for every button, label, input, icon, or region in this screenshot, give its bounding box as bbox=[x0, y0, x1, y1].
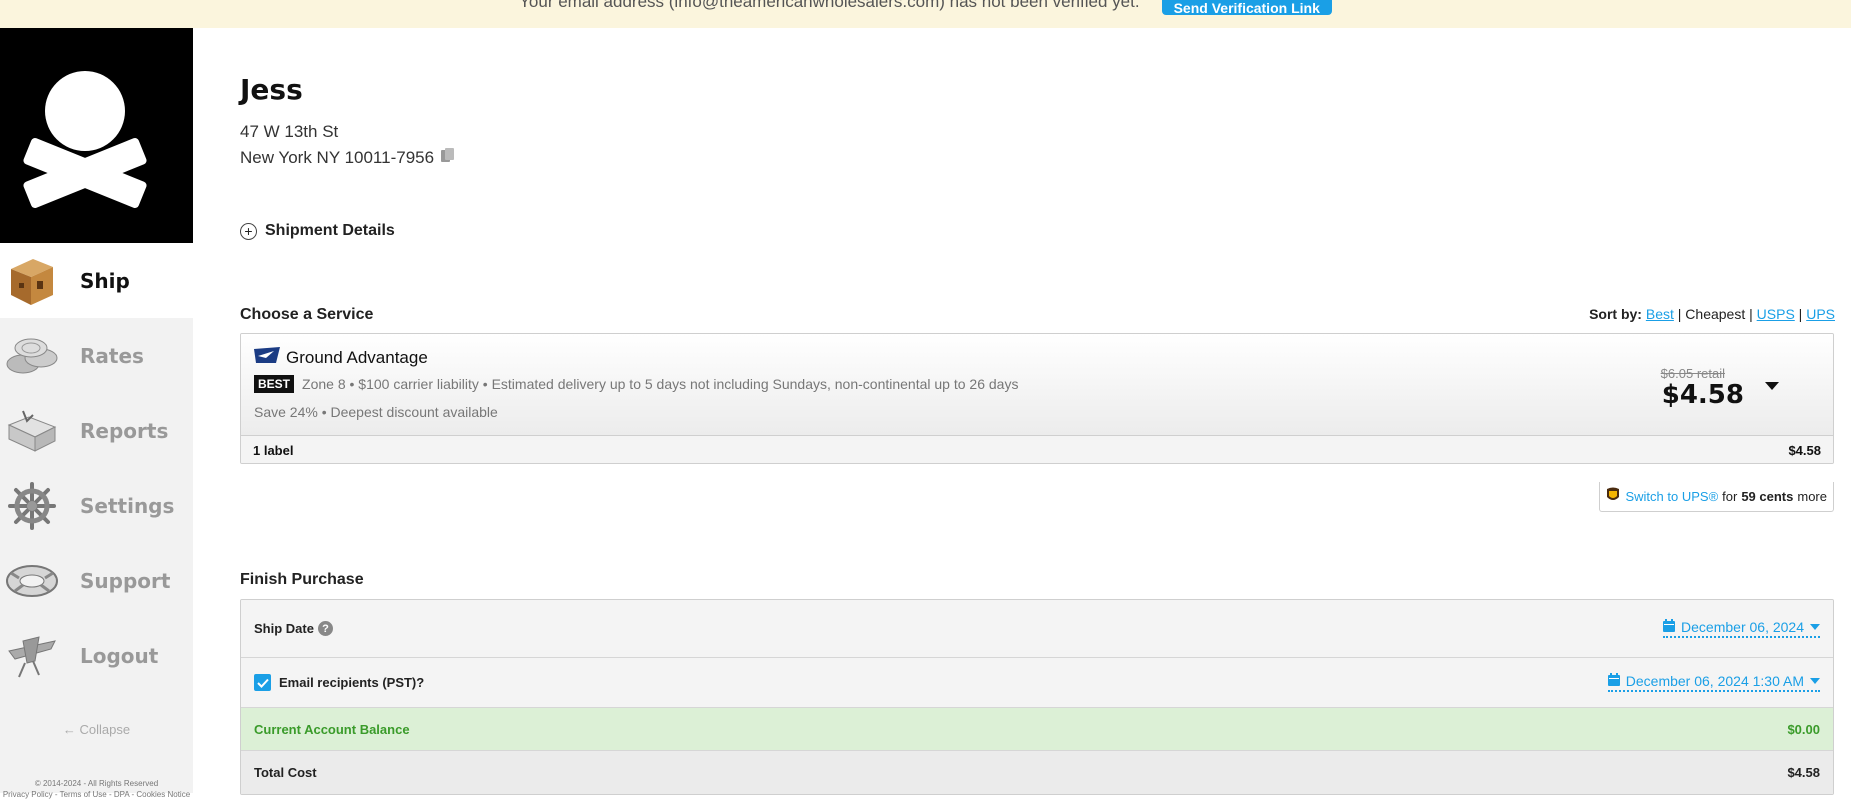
sidebar-item-label: Settings bbox=[80, 493, 175, 518]
finish-purchase-panel: Ship Date ? December 06, 2024 Email reci… bbox=[240, 599, 1834, 795]
switch-ups-offer: Switch to UPS® for 59 cents more bbox=[1599, 482, 1834, 512]
service-savings: Save 24% • Deepest discount available bbox=[254, 404, 498, 420]
total-cost-label: Total Cost bbox=[254, 765, 317, 780]
email-date-value: December 06, 2024 1:30 AM bbox=[1625, 673, 1804, 689]
sidebar-item-ship[interactable]: Ship bbox=[0, 243, 193, 318]
shipment-details-label: Shipment Details bbox=[265, 222, 395, 239]
sidebar-item-label: Ship bbox=[80, 268, 130, 293]
recipient-name: Jess bbox=[240, 73, 303, 106]
service-summary: Ground Advantage BEST Zone 8 • $100 carr… bbox=[241, 334, 1833, 435]
label-total: $4.58 bbox=[1788, 442, 1821, 458]
usps-eagle-icon bbox=[254, 347, 280, 368]
email-recipients-checkbox[interactable] bbox=[254, 674, 271, 691]
sort-by-label: Sort by: bbox=[1589, 306, 1642, 322]
box-icon bbox=[2, 251, 62, 311]
switch-ups-for: for bbox=[1722, 489, 1738, 504]
sidebar-item-reports[interactable]: Reports bbox=[0, 393, 193, 468]
email-recipients-row: Email recipients (PST)? December 06, 202… bbox=[241, 658, 1833, 708]
arrow-left-icon: ← bbox=[62, 722, 76, 737]
skull-crossbones-icon bbox=[23, 71, 147, 208]
sidebar-item-label: Reports bbox=[80, 418, 169, 443]
copyright-footer: © 2014-2024 - All Rights Reserved Privac… bbox=[0, 778, 193, 800]
sidebar-item-logout[interactable]: Logout bbox=[0, 618, 193, 693]
choose-service-title: Choose a Service bbox=[240, 306, 374, 323]
help-icon[interactable]: ? bbox=[317, 621, 333, 636]
copy-icon[interactable] bbox=[440, 147, 455, 168]
retail-price: $6.05 retail bbox=[1660, 366, 1725, 381]
sort-cheapest[interactable]: Cheapest bbox=[1685, 306, 1745, 322]
calendar-icon bbox=[1607, 673, 1620, 689]
address-line2-row: New York NY 10011-7956 bbox=[240, 147, 455, 168]
label-summary-row: 1 label $4.58 bbox=[241, 435, 1833, 463]
sort-by: Sort by: Best | Cheapest | USPS | UPS bbox=[1589, 306, 1835, 322]
plane-icon bbox=[2, 626, 62, 686]
caret-down-icon[interactable] bbox=[1765, 382, 1779, 390]
email-recipients-label: Email recipients (PST)? bbox=[279, 675, 425, 690]
calendar-icon bbox=[1663, 619, 1676, 635]
ship-date-picker[interactable]: December 06, 2024 bbox=[1663, 619, 1820, 638]
sidebar-item-settings[interactable]: Settings bbox=[0, 468, 193, 543]
ship-date-row: Ship Date ? December 06, 2024 bbox=[241, 600, 1833, 658]
sidebar-item-support[interactable]: Support bbox=[0, 543, 193, 618]
sidebar: Ship Rates Reports Settings Support Logo… bbox=[0, 28, 193, 799]
send-verification-button[interactable]: Send Verification Link bbox=[1161, 0, 1332, 15]
verification-banner: Your email address (info@theamericanwhol… bbox=[0, 0, 1851, 28]
collapse-button[interactable]: ← Collapse bbox=[0, 722, 193, 737]
switch-ups-amount: 59 cents bbox=[1741, 489, 1794, 504]
sidebar-item-label: Logout bbox=[80, 643, 159, 668]
ship-date-value: December 06, 2024 bbox=[1681, 619, 1804, 635]
sidebar-item-rates[interactable]: Rates bbox=[0, 318, 193, 393]
service-price: $4.58 bbox=[1661, 380, 1744, 410]
switch-ups-suffix: more bbox=[1797, 489, 1827, 504]
collapse-label: Collapse bbox=[79, 722, 131, 737]
email-date-picker[interactable]: December 06, 2024 1:30 AM bbox=[1607, 673, 1820, 692]
ship-wheel-icon bbox=[2, 476, 62, 536]
pirate-logo[interactable] bbox=[0, 28, 193, 243]
map-icon bbox=[2, 401, 62, 461]
switch-to-ups-link[interactable]: Switch to UPS® bbox=[1625, 489, 1718, 504]
balance-label: Current Account Balance bbox=[254, 721, 410, 737]
service-description: Zone 8 • $100 carrier liability • Estima… bbox=[302, 376, 1019, 392]
banner-message: Your email address (info@theamericanwhol… bbox=[519, 0, 1140, 11]
finish-purchase-title: Finish Purchase bbox=[240, 571, 364, 588]
footer-links[interactable]: Privacy Policy - Terms of Use - DPA - Co… bbox=[0, 789, 193, 800]
ups-shield-icon bbox=[1606, 487, 1620, 506]
address-line1: 47 W 13th St bbox=[240, 122, 339, 141]
caret-down-icon bbox=[1810, 678, 1820, 684]
best-badge: BEST bbox=[254, 375, 295, 393]
balance-value: $0.00 bbox=[1787, 721, 1820, 737]
shipment-details-toggle[interactable]: + Shipment Details bbox=[240, 222, 395, 240]
account-balance-row: Current Account Balance $0.00 bbox=[241, 708, 1833, 751]
service-option[interactable]: Ground Advantage BEST Zone 8 • $100 carr… bbox=[240, 333, 1834, 464]
sort-ups-link[interactable]: UPS bbox=[1806, 306, 1835, 322]
sidebar-item-label: Rates bbox=[80, 343, 144, 368]
service-name-row: Ground Advantage bbox=[254, 347, 428, 368]
ship-date-label: Ship Date bbox=[254, 621, 314, 636]
address-line2: New York NY 10011-7956 bbox=[240, 147, 435, 167]
service-name: Ground Advantage bbox=[286, 347, 428, 367]
life-ring-icon bbox=[2, 551, 62, 611]
sidebar-item-label: Support bbox=[80, 568, 171, 593]
coins-icon bbox=[2, 326, 62, 386]
total-cost-value: $4.58 bbox=[1787, 765, 1820, 780]
caret-down-icon bbox=[1810, 624, 1820, 630]
plus-circle-icon: + bbox=[240, 222, 257, 240]
sort-best-link[interactable]: Best bbox=[1646, 306, 1674, 322]
copyright-text: © 2014-2024 - All Rights Reserved bbox=[34, 779, 159, 788]
label-count: 1 label bbox=[253, 442, 294, 458]
service-description-row: BEST Zone 8 • $100 carrier liability • E… bbox=[254, 375, 1018, 393]
total-cost-row: Total Cost $4.58 bbox=[241, 751, 1833, 794]
sort-usps-link[interactable]: USPS bbox=[1757, 306, 1795, 322]
